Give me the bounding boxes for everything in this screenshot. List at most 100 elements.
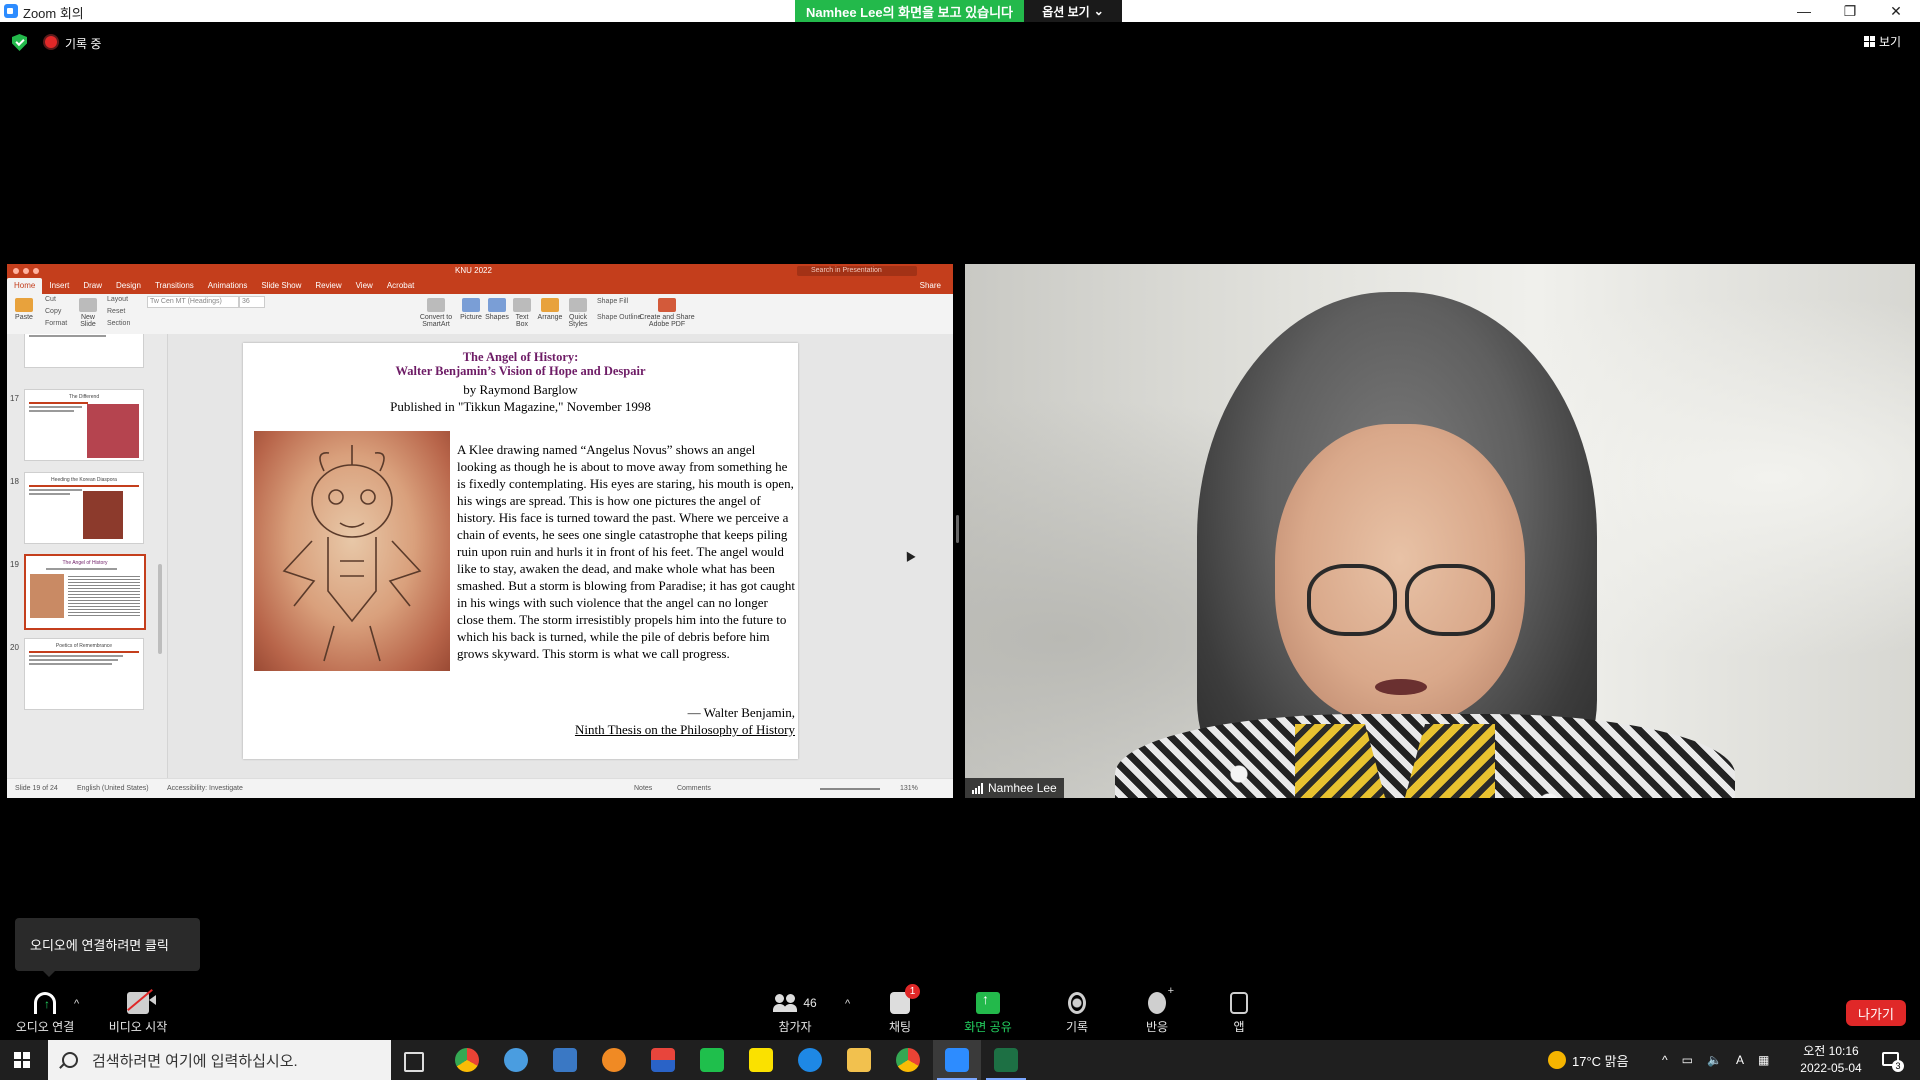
tray-chevron-icon[interactable]: ^: [1662, 1053, 1668, 1067]
share-screen-button[interactable]: 화면 공유: [948, 991, 1028, 1035]
file-explorer-icon[interactable]: [847, 1048, 871, 1072]
title-bar: Zoom 회의 Namhee Lee의 화면을 보고 있습니다 옵션 보기 ⌄ …: [0, 0, 1920, 22]
maximize-button[interactable]: ❐: [1827, 0, 1873, 22]
thumbnail-scrollbar: [158, 564, 162, 654]
zoom-taskbar-icon[interactable]: [945, 1048, 969, 1072]
kakaotalk-icon[interactable]: [749, 1048, 773, 1072]
people-icon: [773, 994, 799, 1012]
view-options-button[interactable]: 옵션 보기 ⌄: [1024, 0, 1122, 22]
view-options-label: 옵션 보기: [1042, 4, 1090, 19]
ime-indicator[interactable]: A: [1736, 1053, 1744, 1067]
taskbar-clock[interactable]: 오전 10:16 2022-05-04: [1786, 1043, 1876, 1077]
create-pdf-button: Create and Share Adobe PDF: [637, 298, 697, 328]
chrome-profile-icon[interactable]: [896, 1048, 920, 1072]
new-slide-button: New Slide: [75, 298, 101, 328]
chevron-down-icon: ⌄: [1093, 4, 1104, 18]
reactions-button[interactable]: 반응: [1117, 985, 1197, 1035]
screen-share-banner: Namhee Lee의 화면을 보고 있습니다: [795, 0, 1024, 22]
paste-button: Paste: [12, 298, 36, 321]
quick-styles-button: Quick Styles: [565, 298, 591, 328]
font-size-field: 36: [239, 296, 265, 308]
slide-thumbnail-18: Heeding the Korean Diaspora: [24, 472, 144, 544]
minimize-button[interactable]: —: [1781, 0, 1827, 22]
taskbar-search-input[interactable]: 검색하려면 여기에 입력하십시오.: [48, 1040, 391, 1080]
video-button[interactable]: 비디오 시작: [98, 992, 178, 1035]
audio-button[interactable]: 오디오 연결: [5, 992, 85, 1035]
tab-insert: Insert: [49, 281, 70, 290]
tab-acrobat: Acrobat: [386, 281, 415, 290]
record-button[interactable]: 기록: [1037, 992, 1117, 1035]
participant-mouth: [1375, 679, 1427, 695]
chat-label: 채팅: [888, 1020, 912, 1034]
chat-button[interactable]: 1 채팅: [860, 984, 940, 1035]
tab-design: Design: [116, 281, 141, 290]
tab-review: Review: [315, 281, 342, 290]
slide-thumbnail-17: The Differend: [24, 389, 144, 461]
app-icon-5[interactable]: [651, 1048, 675, 1072]
sun-icon: [1548, 1051, 1566, 1069]
shared-screen: KNU 2022 Search in Presentation Home Ins…: [7, 264, 953, 798]
keyboard-icon[interactable]: ▦: [1758, 1053, 1769, 1067]
tab-transitions: Transitions: [154, 281, 194, 290]
shapes-icon: [488, 298, 506, 312]
slide-title-line1: The Angel of History:: [462, 350, 579, 364]
slide-title: The Angel of History: Walter Benjamin’s …: [243, 350, 798, 378]
slide-published: Published in "Tikkun Magazine," November…: [390, 399, 651, 414]
app-icon-6[interactable]: [700, 1048, 724, 1072]
calculator-icon[interactable]: [553, 1048, 577, 1072]
participants-button[interactable]: 46 참가자: [755, 992, 835, 1035]
windows-taskbar: 검색하려면 여기에 입력하십시오. 17°C 맑음 ^ ▭ 🔈 A ▦ 오전 1…: [0, 1040, 1920, 1080]
apps-button[interactable]: 앱: [1199, 992, 1279, 1035]
app-icon-4[interactable]: [602, 1048, 626, 1072]
app-icon-2[interactable]: [504, 1048, 528, 1072]
task-view-icon[interactable]: [404, 1052, 424, 1072]
close-button[interactable]: ✕: [1873, 0, 1919, 22]
picture-button: Picture: [459, 298, 483, 321]
participant-video[interactable]: Namhee Lee: [965, 264, 1915, 798]
excel-icon[interactable]: [994, 1048, 1018, 1072]
ppt-search-input: Search in Presentation: [797, 266, 917, 276]
ppt-document-title: KNU 2022: [455, 266, 492, 275]
participants-count: 46: [803, 996, 817, 1010]
security-shield-icon[interactable]: [12, 34, 27, 51]
language: English (United States): [77, 785, 149, 792]
internet-explorer-icon[interactable]: [798, 1048, 822, 1072]
chat-icon: 1: [890, 984, 920, 1014]
volume-muted-icon[interactable]: 🔈: [1707, 1053, 1722, 1067]
accessibility-status: Accessibility: Investigate: [167, 785, 243, 792]
tab-view: View: [355, 281, 373, 290]
network-icon[interactable]: ▭: [1682, 1053, 1693, 1067]
zoom-slider: [820, 788, 880, 790]
slide-canvas: The Angel of History: Walter Benjamin’s …: [168, 334, 953, 778]
chrome-icon[interactable]: [455, 1048, 479, 1072]
split-view-handle[interactable]: [956, 515, 959, 543]
audio-options-caret-icon[interactable]: ^: [74, 998, 79, 1010]
slide-citation: — Walter Benjamin, Ninth Thesis on the P…: [575, 704, 795, 738]
slide-number: 18: [10, 477, 19, 486]
slide-number: 19: [10, 560, 19, 569]
audio-label: 오디오 연결: [15, 1020, 75, 1034]
quick-styles-icon: [569, 298, 587, 312]
slide-thumbnail-16: [24, 334, 144, 368]
leave-button[interactable]: 나가기: [1846, 1000, 1906, 1026]
copy-button: Copy: [45, 308, 62, 315]
citation-source: Ninth Thesis on the Philosophy of Histor…: [574, 722, 795, 737]
shape-fill-button: Shape Fill: [597, 298, 629, 305]
weather-widget[interactable]: 17°C 맑음: [1548, 1040, 1629, 1080]
emoji-icon: [1148, 985, 1174, 1014]
current-slide: The Angel of History: Walter Benjamin’s …: [243, 343, 798, 759]
apps-icon: [1230, 992, 1248, 1014]
slide-author: by Raymond Barglow: [463, 382, 578, 397]
convert-smartart-button: Convert to SmartArt: [419, 298, 453, 328]
video-label: 비디오 시작: [108, 1020, 168, 1034]
citation-author: — Walter Benjamin,: [687, 705, 795, 720]
participants-caret-icon[interactable]: ^: [845, 998, 850, 1010]
slide-thumbnail-20: Poetics of Remembrance: [24, 638, 144, 710]
tab-draw: Draw: [83, 281, 103, 290]
weather-text: 17°C 맑음: [1572, 1053, 1629, 1069]
windows-start-icon[interactable]: [14, 1052, 30, 1068]
view-button[interactable]: 보기: [1864, 33, 1901, 50]
format-painter-button: Format: [45, 320, 68, 327]
participants-label: 참가자: [778, 1020, 812, 1034]
audio-tooltip: 오디오에 연결하려면 클릭: [15, 918, 200, 977]
